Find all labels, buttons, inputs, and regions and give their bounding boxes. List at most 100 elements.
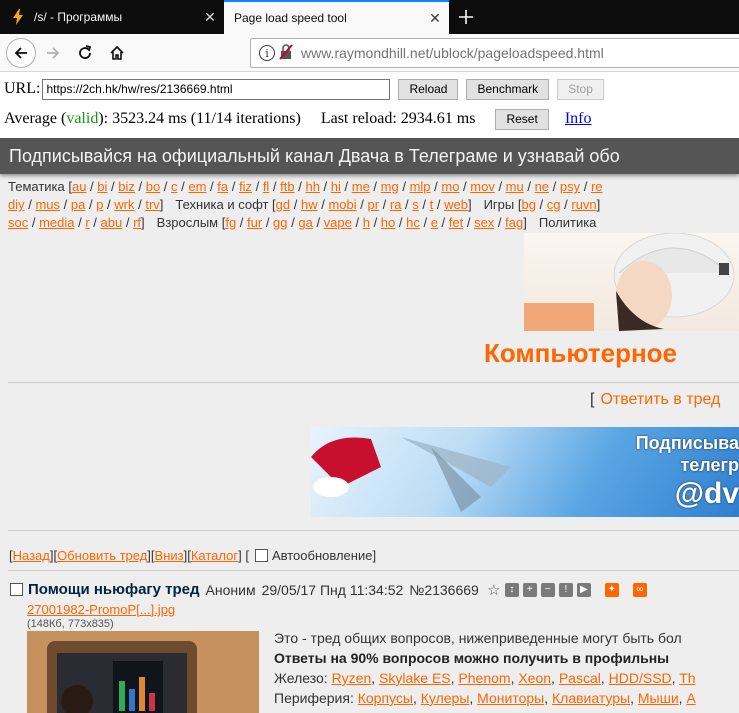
back-button[interactable]: [6, 38, 36, 68]
play-icon[interactable]: ▶: [576, 582, 591, 597]
board-link-diy[interactable]: diy: [8, 197, 25, 212]
board-link-au[interactable]: au: [72, 179, 86, 194]
board-link-trv[interactable]: trv: [145, 197, 159, 212]
reply-in-thread-link[interactable]: Ответить в тред: [600, 391, 720, 408]
post-body-link[interactable]: HDD/SSD: [609, 670, 672, 686]
home-button[interactable]: [102, 38, 132, 68]
reset-button[interactable]: Reset: [495, 108, 549, 130]
board-link-web[interactable]: web: [444, 197, 468, 212]
post-thumbnail[interactable]: [27, 631, 259, 713]
board-link-h[interactable]: h: [363, 215, 370, 230]
autoupdate-checkbox[interactable]: [254, 549, 268, 562]
board-link-hh[interactable]: hh: [305, 179, 319, 194]
post-body-link[interactable]: Ryzen: [332, 670, 372, 686]
board-link-bg[interactable]: bg: [521, 197, 535, 212]
post-number[interactable]: №2136669: [409, 582, 479, 598]
refresh-thread-link[interactable]: Обновить тред: [57, 548, 147, 563]
board-link-media[interactable]: media: [39, 215, 74, 230]
info-link[interactable]: Info: [565, 110, 592, 128]
post-body-link[interactable]: Корпусы: [358, 690, 413, 706]
post-file-link[interactable]: 27001982-PromoP[...].jpg: [27, 602, 175, 617]
board-link-ho[interactable]: ho: [381, 215, 395, 230]
post-body-link[interactable]: Мониторы: [477, 690, 544, 706]
post-body-link[interactable]: Мыши: [638, 690, 679, 706]
report-icon[interactable]: !: [558, 582, 573, 597]
board-link-bo[interactable]: bo: [146, 179, 160, 194]
board-link-rf[interactable]: rf: [133, 215, 141, 230]
post-body-link[interactable]: Phenom: [458, 670, 510, 686]
reload-button[interactable]: [70, 38, 100, 68]
board-link-mlp[interactable]: mlp: [410, 179, 431, 194]
post-body-link[interactable]: Th: [679, 670, 695, 686]
board-link-pr[interactable]: pr: [367, 197, 379, 212]
site-info-icon[interactable]: i: [259, 45, 275, 61]
post-body-link[interactable]: Xeon: [518, 670, 551, 686]
infinity-icon[interactable]: ∞: [632, 582, 647, 597]
board-link-fg[interactable]: fg: [225, 215, 236, 230]
board-link-ne[interactable]: ne: [535, 179, 549, 194]
reload-test-button[interactable]: Reload: [398, 78, 459, 100]
board-link-biz[interactable]: biz: [118, 179, 135, 194]
post-body-link[interactable]: Кулеры: [421, 690, 470, 706]
board-link-hc[interactable]: hc: [406, 215, 420, 230]
post-body-link[interactable]: Skylake ES: [379, 670, 451, 686]
board-link-abu[interactable]: abu: [101, 215, 123, 230]
reply-icon[interactable]: +: [522, 582, 537, 597]
board-link-psy[interactable]: psy: [560, 179, 580, 194]
board-link-e[interactable]: e: [431, 215, 438, 230]
board-link-mov[interactable]: mov: [470, 179, 495, 194]
address-bar[interactable]: i www.raymondhill.net/ublock/pageloadspe…: [250, 38, 739, 68]
insecure-lock-icon[interactable]: [279, 43, 293, 63]
post-body-link[interactable]: А: [686, 690, 695, 706]
benchmark-button[interactable]: Benchmark: [466, 78, 550, 100]
board-link-ftb[interactable]: ftb: [280, 179, 294, 194]
board-link-ruvn[interactable]: ruvn: [571, 197, 596, 212]
board-link-ra[interactable]: ra: [390, 197, 402, 212]
close-tab-icon[interactable]: ✕: [423, 6, 447, 30]
post-select-checkbox[interactable]: [10, 583, 23, 596]
board-link-re[interactable]: re: [591, 179, 603, 194]
post-body-link[interactable]: Клавиатуры: [552, 690, 630, 706]
board-link-hi[interactable]: hi: [331, 179, 341, 194]
board-link-pa[interactable]: pa: [71, 197, 85, 212]
stop-button[interactable]: Stop: [557, 78, 604, 100]
expand-icon[interactable]: ↕: [504, 582, 519, 597]
board-link-mus[interactable]: mus: [35, 197, 60, 212]
board-link-fa[interactable]: fa: [217, 179, 228, 194]
board-link-sex[interactable]: sex: [474, 215, 494, 230]
telegram-banner[interactable]: Подписывайся на официальный канал Двача …: [0, 138, 739, 174]
board-link-fet[interactable]: fet: [449, 215, 463, 230]
board-link-mu[interactable]: mu: [506, 179, 524, 194]
board-link-em[interactable]: em: [188, 179, 206, 194]
hide-icon[interactable]: −: [540, 582, 555, 597]
close-tab-icon[interactable]: ✕: [198, 5, 222, 29]
board-link-fur[interactable]: fur: [247, 215, 262, 230]
board-link-fiz[interactable]: fiz: [239, 179, 252, 194]
favorite-star-icon[interactable]: ☆: [487, 582, 501, 599]
board-link-hw[interactable]: hw: [301, 197, 318, 212]
tab-page-load-speed[interactable]: Page load speed tool ✕: [224, 0, 449, 34]
forward-button[interactable]: [38, 38, 68, 68]
board-link-mobi[interactable]: mobi: [328, 197, 356, 212]
board-link-me[interactable]: me: [352, 179, 370, 194]
board-link-gg[interactable]: gg: [273, 215, 287, 230]
board-link-soc[interactable]: soc: [8, 215, 28, 230]
board-link-ga[interactable]: ga: [298, 215, 312, 230]
board-link-vape[interactable]: vape: [324, 215, 352, 230]
board-link-bi[interactable]: bi: [97, 179, 107, 194]
post-body-link[interactable]: Pascal: [559, 670, 601, 686]
share-icon[interactable]: ✦: [604, 582, 619, 597]
back-link[interactable]: Назад: [13, 548, 50, 563]
catalog-link[interactable]: Каталог: [191, 548, 238, 563]
url-input[interactable]: [42, 78, 391, 100]
board-link-mg[interactable]: mg: [381, 179, 399, 194]
board-link-wrk[interactable]: wrk: [114, 197, 134, 212]
tab-programs[interactable]: /s/ - Программы ✕: [0, 0, 224, 34]
board-link-mo[interactable]: mo: [441, 179, 459, 194]
new-tab-button[interactable]: [452, 3, 480, 31]
board-link-gd[interactable]: gd: [276, 197, 290, 212]
down-link[interactable]: Вниз: [155, 548, 184, 563]
board-link-cg[interactable]: cg: [547, 197, 561, 212]
board-link-fag[interactable]: fag: [505, 215, 523, 230]
telegram-ad-banner[interactable]: Подписыва телегр @dv: [311, 427, 739, 517]
